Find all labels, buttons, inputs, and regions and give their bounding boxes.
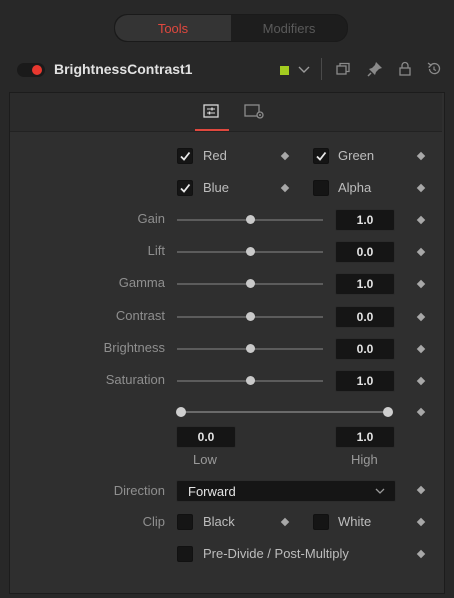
settings-icon[interactable]	[243, 101, 264, 121]
gain-value-field[interactable]: 1.0	[335, 209, 395, 231]
range-slider-track[interactable]	[181, 411, 388, 413]
range-high-handle[interactable]	[383, 407, 393, 417]
clip-black-checkbox[interactable]	[177, 514, 193, 530]
direction-label: Direction	[113, 483, 165, 498]
chevron-down-icon[interactable]	[296, 61, 312, 77]
low-value-field[interactable]: 0.0	[176, 426, 236, 448]
clip-white-checkbox[interactable]	[313, 514, 329, 530]
chevron-down-icon	[375, 488, 385, 494]
green-label: Green	[338, 148, 375, 163]
lock-icon[interactable]	[396, 60, 414, 78]
direction-value: Forward	[188, 484, 236, 499]
copy-icon[interactable]	[334, 60, 352, 78]
gain-slider-handle[interactable]	[245, 215, 255, 224]
lift-value-field[interactable]: 0.0	[335, 241, 395, 263]
red-label: Red	[203, 148, 227, 163]
gamma-label: Gamma	[118, 275, 165, 290]
saturation-value-field[interactable]: 1.0	[335, 370, 395, 392]
reset-icon[interactable]	[425, 60, 443, 78]
alpha-label: Alpha	[338, 180, 372, 195]
control-page-tabs	[10, 93, 442, 132]
gamma-slider-handle[interactable]	[245, 279, 255, 288]
active-page-indicator	[195, 129, 229, 131]
tab-bar: Tools Modifiers	[114, 14, 348, 42]
saturation-label: Saturation	[105, 372, 165, 387]
controls-icon[interactable]	[201, 101, 221, 121]
contrast-label: Contrast	[115, 308, 165, 323]
predivide-label: Pre-Divide / Post-Multiply	[203, 546, 349, 561]
lift-label: Lift	[147, 243, 165, 258]
blue-checkbox[interactable]	[177, 180, 193, 196]
header-divider	[321, 58, 322, 80]
saturation-slider-handle[interactable]	[245, 376, 255, 385]
brightness-label: Brightness	[103, 340, 165, 355]
brightness-value-field[interactable]: 0.0	[335, 338, 395, 360]
clip-black-label: Black	[203, 514, 235, 529]
clip-label: Clip	[142, 514, 165, 529]
range-low-handle[interactable]	[176, 407, 186, 417]
alpha-checkbox[interactable]	[313, 180, 329, 196]
predivide-checkbox[interactable]	[177, 546, 193, 562]
high-label: High	[351, 452, 378, 467]
tab-modifiers[interactable]: Modifiers	[231, 15, 347, 41]
contrast-slider-handle[interactable]	[245, 312, 255, 321]
tab-tools[interactable]: Tools	[115, 15, 231, 41]
gain-label: Gain	[137, 211, 165, 226]
green-checkbox[interactable]	[313, 148, 329, 164]
tool-color-chip[interactable]	[280, 66, 289, 75]
pin-icon[interactable]	[366, 60, 384, 78]
direction-dropdown[interactable]: Forward	[176, 480, 396, 502]
blue-label: Blue	[203, 180, 230, 195]
clip-white-label: White	[338, 514, 372, 529]
gamma-value-field[interactable]: 1.0	[335, 273, 395, 295]
high-value-field[interactable]: 1.0	[335, 426, 395, 448]
lift-slider-handle[interactable]	[245, 247, 255, 256]
tool-name: BrightnessContrast1	[54, 61, 193, 77]
contrast-value-field[interactable]: 0.0	[335, 306, 395, 328]
brightness-slider-handle[interactable]	[245, 344, 255, 353]
tool-enable-toggle[interactable]	[17, 63, 45, 77]
low-label: Low	[193, 452, 217, 467]
red-checkbox[interactable]	[177, 148, 193, 164]
